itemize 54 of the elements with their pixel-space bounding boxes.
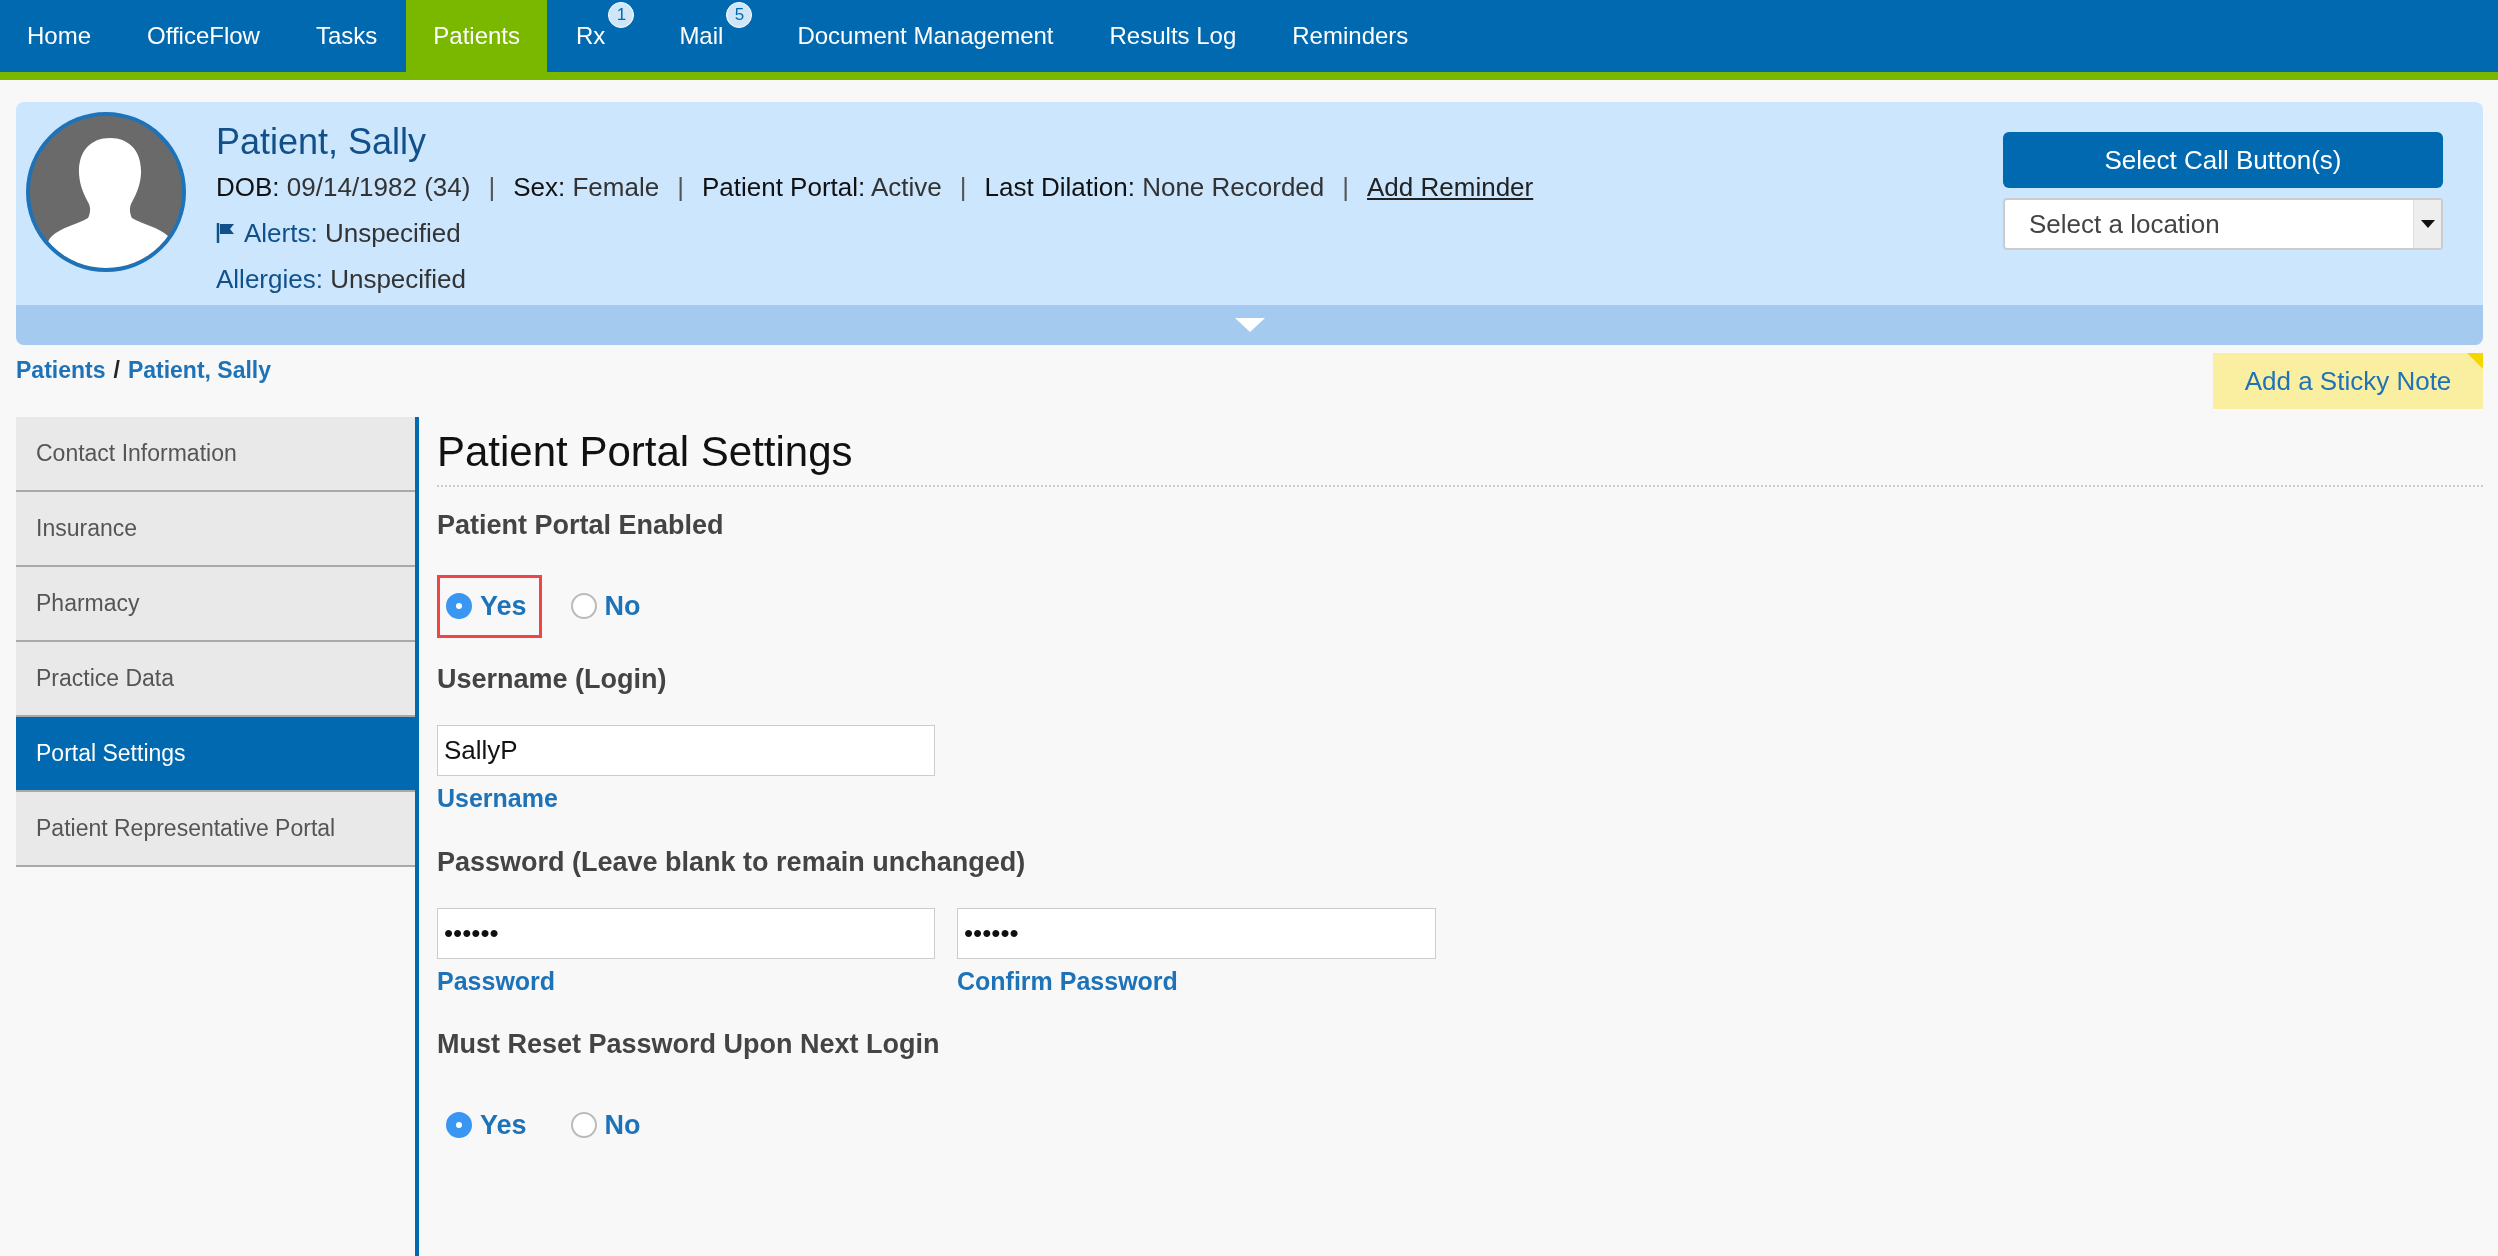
field-label: Username	[437, 783, 559, 815]
breadcrumb-link[interactable]: Patients	[16, 353, 106, 388]
text-input[interactable]: ••••••	[957, 907, 1436, 959]
nav-tab[interactable]: Home	[0, 0, 119, 72]
nav-tab[interactable]: OfficeFlow	[120, 0, 287, 72]
count-badge: 1	[608, 2, 635, 28]
expand-bar[interactable]	[16, 305, 2483, 345]
nav-tab[interactable]: Mail 5	[652, 0, 751, 72]
alerts-field: Alerts: Unspecified	[244, 210, 461, 256]
count-badge: 5	[726, 2, 753, 28]
section-heading: Username (Login)	[437, 663, 668, 697]
patient-field: Last Dilation: None Recorded	[984, 164, 1325, 210]
radio-option[interactable]: No	[561, 575, 656, 638]
nav-tab[interactable]: Reminders	[1265, 0, 1436, 72]
nav-tab[interactable]: Tasks	[288, 0, 405, 72]
patient-name: Patient, Sally	[216, 120, 428, 164]
patient-field: Sex: Female	[513, 164, 660, 210]
sidebar-item[interactable]: Contact Information	[16, 417, 415, 492]
section-heading: Password (Leave blank to remain unchanged)	[437, 845, 1027, 879]
radio-option[interactable]: Yes	[437, 575, 542, 638]
folded-corner-icon	[2467, 353, 2483, 369]
separator: |	[1342, 171, 1350, 204]
separator: |	[677, 171, 684, 204]
sidebar-item[interactable]: Portal Settings	[16, 717, 415, 792]
location-select[interactable]: Select a location	[2003, 198, 2443, 250]
text-input[interactable]: SallyP	[437, 725, 935, 777]
add-reminder-link[interactable]: Add Reminder	[1367, 164, 1534, 210]
radio-option[interactable]: Yes	[437, 1094, 542, 1157]
call-button[interactable]: Select Call Button(s)	[2003, 132, 2443, 188]
field-label: Confirm Password	[957, 965, 1179, 997]
expand-arrow-icon	[1234, 318, 1265, 332]
radio-option[interactable]: No	[561, 1094, 656, 1157]
breadcrumb-link[interactable]: Patient, Sally	[127, 353, 272, 388]
page-title: Patient Portal Settings	[437, 417, 2483, 488]
patient-field: DOB: 09/14/1982 (34)	[216, 164, 471, 210]
sidebar-item[interactable]: Practice Data	[16, 642, 415, 717]
field-label: Password	[437, 965, 557, 997]
separator: |	[959, 171, 967, 204]
sidebar-item[interactable]: Patient Representative Portal	[16, 792, 415, 867]
breadcrumb-separator: /	[113, 356, 120, 385]
nav-tab[interactable]: Document Management	[770, 0, 1081, 72]
allergies-field: Allergies: Unspecified	[216, 256, 467, 302]
sidebar-item[interactable]: Insurance	[16, 492, 415, 567]
text-input[interactable]: ••••••	[437, 907, 935, 959]
nav-tab[interactable]: Results Log	[1082, 0, 1264, 72]
nav-tab[interactable]: Rx 1	[549, 0, 633, 72]
flag-icon	[216, 222, 236, 244]
section-heading: Must Reset Password Upon Next Login	[437, 1028, 941, 1062]
patient-field: Patient Portal: Active	[701, 164, 942, 210]
dropdown-caret-icon	[2413, 200, 2441, 248]
section-heading: Patient Portal Enabled	[437, 509, 725, 543]
sticky-note-button[interactable]: Add a Sticky Note	[2213, 353, 2483, 409]
separator: |	[488, 171, 496, 204]
sidebar-item[interactable]: Pharmacy	[16, 567, 415, 642]
